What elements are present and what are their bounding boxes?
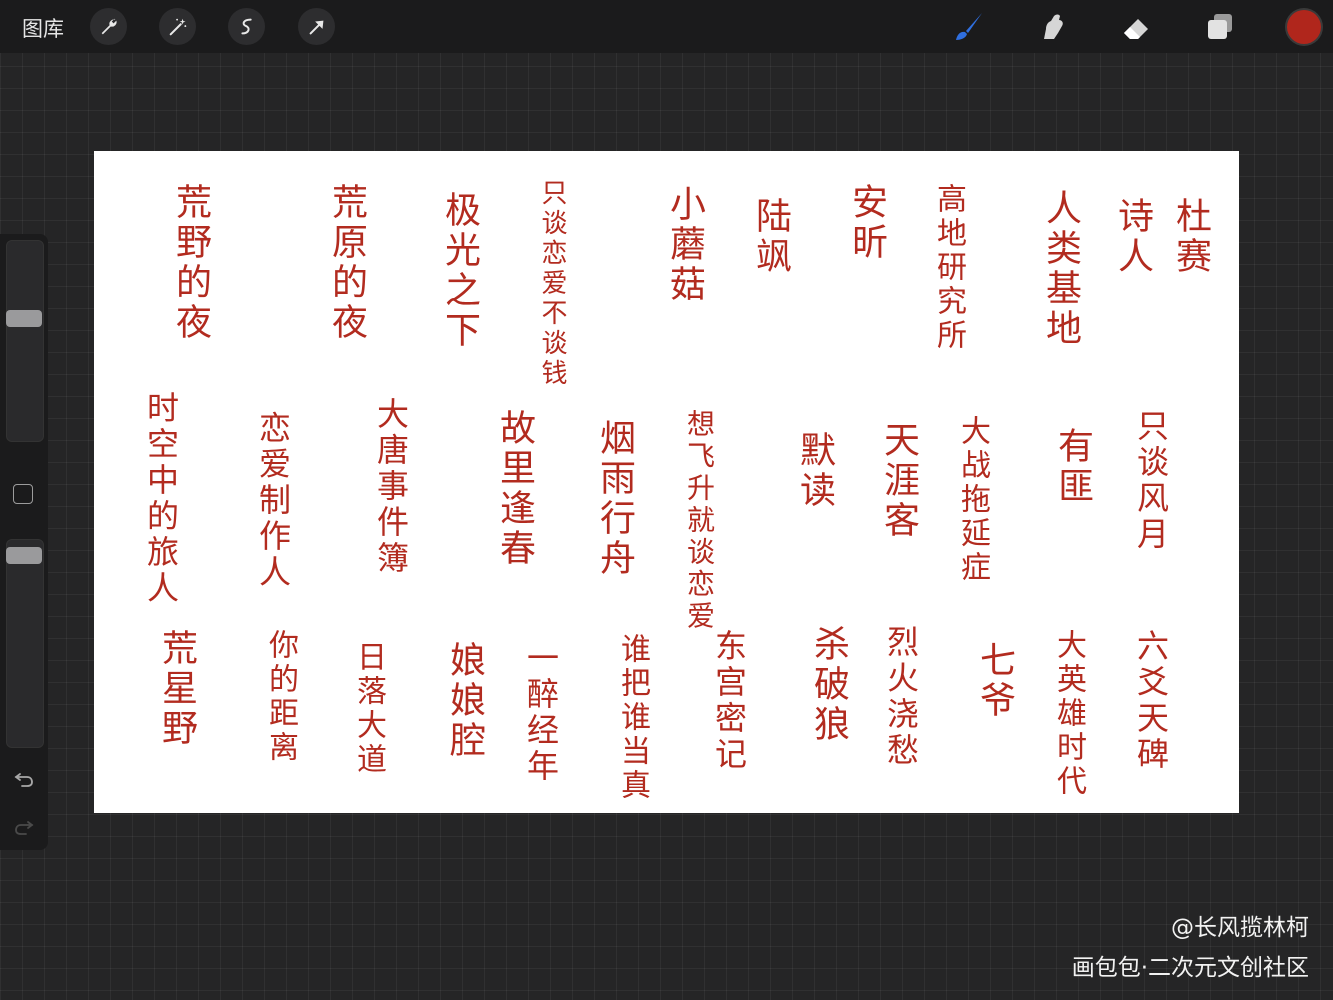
calligraphy-text: 恋爱制作人 <box>254 411 292 591</box>
calligraphy-text: 七爷 <box>974 641 1015 721</box>
top-toolbar: 图库 <box>0 0 1333 53</box>
calligraphy-text: 故里逢春 <box>494 409 535 569</box>
undo-icon[interactable] <box>12 766 36 790</box>
calligraphy-text: 小蘑菇 <box>664 185 705 305</box>
calligraphy-text: 娘娘腔 <box>444 641 485 761</box>
site-watermark: 画包包·二次元文创社区 <box>1071 955 1309 981</box>
brush-size-thumb[interactable] <box>6 309 42 327</box>
calligraphy-text: 天涯客 <box>878 421 919 541</box>
calligraphy-text: 极光之下 <box>439 191 480 351</box>
calligraphy-text: 只谈恋爱不谈钱 <box>537 179 567 389</box>
smudge-tool[interactable] <box>1035 10 1069 44</box>
calligraphy-text: 陆飒 <box>750 197 791 277</box>
modify-square-icon[interactable] <box>13 484 33 504</box>
selection-icon <box>240 18 252 34</box>
calligraphy-text: 烈火浇愁 <box>882 625 920 769</box>
opacity-thumb[interactable] <box>6 546 42 564</box>
transform-arrow-icon <box>309 20 323 34</box>
magic-wand-icon <box>169 18 186 35</box>
calligraphy-text: 大唐事件簿 <box>372 397 410 577</box>
layers-tool[interactable] <box>1203 10 1237 44</box>
redo-icon[interactable] <box>12 814 36 838</box>
color-swatch[interactable] <box>1287 10 1321 44</box>
calligraphy-text: 只谈风月 <box>1132 409 1170 553</box>
selection-button[interactable] <box>228 8 265 45</box>
eraser-tool[interactable] <box>1119 10 1153 44</box>
calligraphy-text: 一醉经年 <box>522 641 560 785</box>
calligraphy-text: 六爻天碑 <box>1132 629 1170 773</box>
calligraphy-text: 杜赛 <box>1170 197 1211 277</box>
layers-icon <box>1208 14 1232 39</box>
calligraphy-text: 诗人 <box>1112 197 1153 277</box>
wrench-icon <box>101 18 117 34</box>
calligraphy-text: 高地研究所 <box>931 183 966 353</box>
calligraphy-text: 时空中的旅人 <box>142 391 180 607</box>
calligraphy-text: 大战拖延症 <box>955 415 990 585</box>
calligraphy-text: 杀破狼 <box>808 625 849 745</box>
brush-tool[interactable] <box>951 10 985 44</box>
author-watermark: @长风揽林柯 <box>1171 915 1309 941</box>
transform-button[interactable] <box>298 8 335 45</box>
calligraphy-text: 大英雄时代 <box>1051 629 1086 799</box>
calligraphy-text: 荒原的夜 <box>326 183 367 343</box>
drawing-canvas[interactable]: 荒野的夜 荒原的夜 极光之下 只谈恋爱不谈钱 小蘑菇 陆飒 安昕 高地研究所 人… <box>94 151 1239 813</box>
eraser-icon <box>1124 19 1148 39</box>
calligraphy-text: 荒野的夜 <box>170 183 211 343</box>
calligraphy-text: 日落大道 <box>351 641 386 777</box>
calligraphy-text: 默读 <box>794 431 835 511</box>
calligraphy-text: 人类基地 <box>1040 189 1081 349</box>
adjustments-button[interactable] <box>159 8 196 45</box>
opacity-slider[interactable] <box>6 539 44 748</box>
smudge-icon <box>1044 14 1063 39</box>
calligraphy-text: 谁把谁当真 <box>615 633 650 803</box>
gallery-button[interactable]: 图库 <box>22 13 64 43</box>
brush-icon <box>956 13 982 40</box>
brush-size-slider[interactable] <box>6 240 44 442</box>
calligraphy-text: 有匪 <box>1052 427 1093 507</box>
calligraphy-text: 荒星野 <box>156 629 197 749</box>
calligraphy-text: 烟雨行舟 <box>594 419 635 579</box>
actions-button[interactable] <box>90 8 127 45</box>
calligraphy-text: 你的距离 <box>263 629 298 765</box>
calligraphy-text: 想飞升就谈恋爱 <box>683 409 716 633</box>
side-toolbar <box>0 234 48 850</box>
calligraphy-text: 安昕 <box>846 183 887 263</box>
calligraphy-text: 东宫密记 <box>710 629 748 773</box>
